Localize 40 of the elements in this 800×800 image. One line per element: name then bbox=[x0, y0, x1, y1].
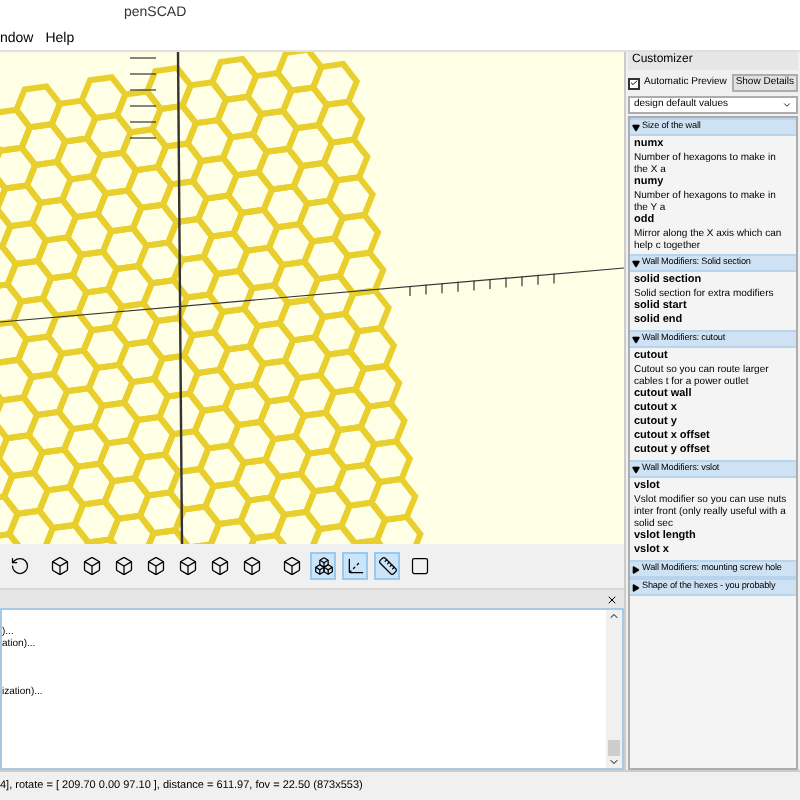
edges-icon bbox=[409, 556, 429, 576]
toolbar-button[interactable] bbox=[342, 552, 368, 580]
view-cube-icon bbox=[113, 556, 133, 576]
axes-icon bbox=[345, 556, 365, 576]
toolbar-button[interactable] bbox=[78, 552, 104, 580]
collapsed-icon bbox=[632, 583, 640, 591]
reset-view-icon bbox=[9, 556, 29, 576]
chevron-down-icon bbox=[782, 100, 792, 110]
view-cube-icon bbox=[209, 556, 229, 576]
view-cube-icon bbox=[145, 556, 165, 576]
toolbar-button[interactable] bbox=[374, 552, 400, 580]
collapsed-icon bbox=[632, 565, 640, 573]
toolbar-button[interactable] bbox=[6, 552, 32, 580]
toolbar-button[interactable] bbox=[310, 552, 336, 580]
expanded-icon bbox=[632, 465, 640, 473]
toolbar-button[interactable] bbox=[174, 552, 200, 580]
toolbar-button[interactable] bbox=[142, 552, 168, 580]
scale-icon bbox=[377, 556, 397, 576]
expanded-icon bbox=[632, 123, 640, 131]
scrollbar[interactable] bbox=[606, 610, 622, 768]
close-icon[interactable] bbox=[606, 593, 618, 605]
view-cube-icon bbox=[49, 556, 69, 576]
expanded-icon bbox=[632, 335, 640, 343]
orthogonal-icon bbox=[313, 556, 333, 576]
toolbar-button[interactable] bbox=[406, 552, 432, 580]
perspective-icon bbox=[281, 556, 301, 576]
expanded-icon bbox=[632, 259, 640, 267]
view-cube-icon bbox=[177, 556, 197, 576]
scroll-up-icon[interactable] bbox=[608, 610, 620, 622]
check-icon bbox=[630, 78, 638, 88]
view-cube-icon bbox=[81, 556, 101, 576]
scrollbar-thumb[interactable] bbox=[608, 740, 620, 756]
checkbox[interactable] bbox=[628, 77, 640, 89]
toolbar-button[interactable] bbox=[206, 552, 232, 580]
toolbar-button[interactable] bbox=[278, 552, 304, 580]
toolbar-button[interactable] bbox=[110, 552, 136, 580]
view-cube-icon bbox=[241, 556, 261, 576]
toolbar-button[interactable] bbox=[238, 552, 264, 580]
scroll-down-icon[interactable] bbox=[608, 756, 620, 768]
toolbar-button[interactable] bbox=[46, 552, 72, 580]
